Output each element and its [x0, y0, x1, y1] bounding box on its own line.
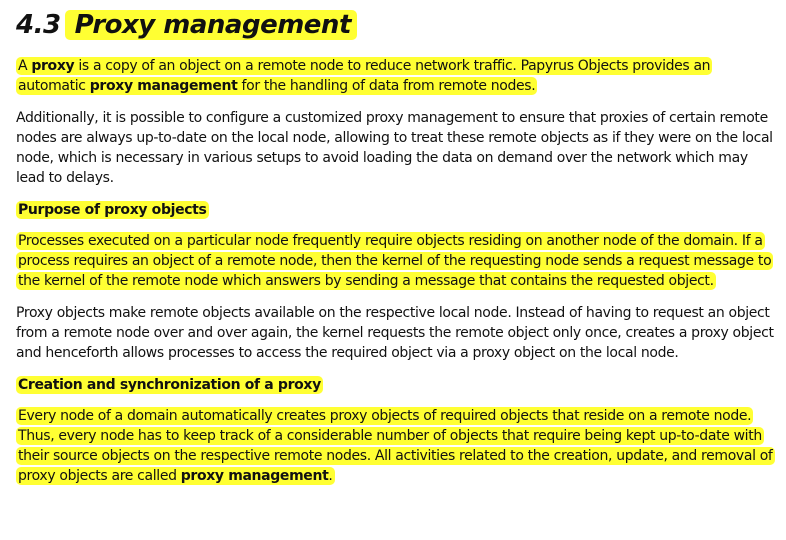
section-title: Proxy management [64, 10, 357, 40]
creation-text: Every node of a domain automatically cre… [18, 408, 773, 484]
intro-text-1: A [18, 58, 32, 74]
section-number: 4.3 [16, 10, 61, 40]
subheading-creation: Creation and synchronization of a proxy [16, 375, 774, 395]
document-page: 4.3 Proxy management A proxy is a copy of… [16, 8, 775, 498]
creation-highlight: Every node of a domain automatically cre… [16, 407, 775, 485]
creation-text-end: . [328, 468, 333, 484]
section-heading: 4.3 Proxy management [16, 8, 774, 42]
additional-paragraph: Additionally, it is possible to configur… [16, 110, 773, 186]
intro-paragraph: A proxy is a copy of an object on a remo… [16, 56, 774, 96]
creation-paragraph: Every node of a domain automatically cre… [16, 406, 775, 486]
intro-text-3: for the handling of data from remote nod… [237, 78, 536, 94]
term-proxy-management: proxy management [89, 78, 238, 94]
subheading-purpose-text: Purpose of proxy objects [16, 201, 209, 219]
term-proxy: proxy [31, 58, 75, 74]
intro-highlight: A proxy is a copy of an object on a remo… [16, 57, 713, 95]
subheading-creation-text: Creation and synchronization of a proxy [16, 376, 323, 394]
term-proxy-management-2: proxy management [180, 468, 329, 484]
purpose-paragraph-2: Proxy objects make remote objects availa… [16, 305, 774, 361]
purpose-paragraph-1: Processes executed on a particular node … [16, 231, 774, 291]
subheading-purpose: Purpose of proxy objects [16, 200, 774, 220]
purpose-paragraph-1-text: Processes executed on a particular node … [16, 232, 774, 290]
